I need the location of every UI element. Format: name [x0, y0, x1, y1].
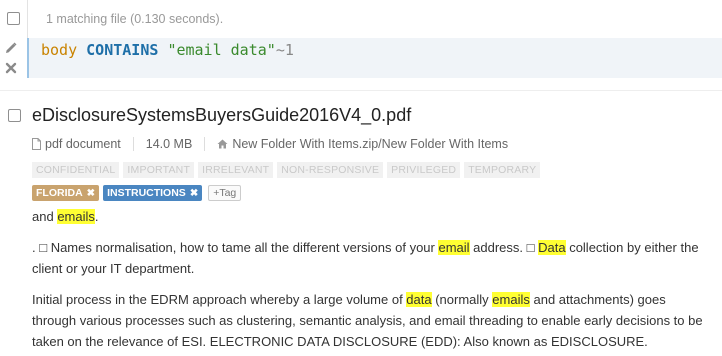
- meta-divider: [132, 137, 134, 151]
- add-tag-button[interactable]: +Tag: [208, 185, 242, 201]
- result-item: eDisclosureSystemsBuyersGuide2016V4_0.pd…: [0, 96, 722, 356]
- tag-non-responsive[interactable]: NON-RESPONSIVE: [277, 162, 384, 178]
- file-path: New Folder With Items.zip/New Folder Wit…: [217, 137, 508, 151]
- query-field: body: [41, 41, 78, 59]
- tag-confidential[interactable]: CONFIDENTIAL: [32, 162, 120, 178]
- query-text: body CONTAINS "email data"~1: [41, 41, 294, 59]
- remove-tag-icon[interactable]: ✖: [87, 188, 95, 199]
- query-operator: CONTAINS: [86, 41, 159, 59]
- result-count: 1 matching file (0.130 seconds).: [46, 12, 224, 26]
- match-highlight: email: [438, 240, 470, 255]
- tag-instructions[interactable]: INSTRUCTIONS ✖: [103, 185, 203, 201]
- divider: [27, 0, 28, 38]
- match-highlight: emails: [492, 292, 530, 307]
- status-row: 1 matching file (0.130 seconds).: [0, 0, 722, 38]
- snippet-text: .: [94, 209, 99, 224]
- file-size: 14.0 MB: [145, 137, 193, 151]
- query-editor[interactable]: body CONTAINS "email data"~1: [27, 38, 722, 78]
- tag-temporary[interactable]: TEMPORARY: [464, 162, 541, 178]
- separator: [0, 90, 722, 91]
- snippet-text: Initial process in the EDRM approach whe…: [32, 292, 407, 307]
- doc-type: pdf document: [32, 137, 121, 151]
- match-highlight: data: [406, 292, 432, 307]
- query-fuzzy: ~1: [275, 41, 294, 59]
- query-actions: [0, 38, 27, 78]
- query-row: body CONTAINS "email data"~1: [0, 38, 722, 78]
- file-path-label[interactable]: New Folder With Items.zip/New Folder Wit…: [232, 137, 508, 151]
- available-tags: CONFIDENTIAL IMPORTANT IRRELEVANT NON-RE…: [32, 162, 541, 178]
- snippet-2: . □ Names normalisation, how to tame all…: [32, 237, 712, 279]
- tag-irrelevant[interactable]: IRRELEVANT: [198, 162, 274, 178]
- match-highlight: emails: [57, 209, 95, 224]
- snippet-3: Initial process in the EDRM approach whe…: [32, 289, 712, 352]
- tag-privileged[interactable]: PRIVILEGED: [387, 162, 461, 178]
- applied-tags: FLORIDA ✖ INSTRUCTIONS ✖ +Tag: [32, 185, 242, 201]
- snippet-1: and emails.: [32, 206, 712, 227]
- result-checkbox[interactable]: [8, 109, 21, 122]
- match-highlight: Data: [538, 240, 566, 255]
- snippet-text: . □ Names normalisation, how to tame all…: [32, 240, 439, 255]
- file-title[interactable]: eDisclosureSystemsBuyersGuide2016V4_0.pd…: [32, 105, 411, 126]
- select-all-checkbox[interactable]: [7, 12, 20, 25]
- snippet-text: and: [32, 209, 58, 224]
- snippet-text: (normally: [431, 292, 493, 307]
- tag-florida[interactable]: FLORIDA ✖: [32, 185, 100, 201]
- tag-instructions-label: INSTRUCTIONS: [107, 187, 186, 199]
- tag-important[interactable]: IMPORTANT: [123, 162, 195, 178]
- close-icon[interactable]: [5, 62, 17, 74]
- remove-tag-icon[interactable]: ✖: [190, 188, 198, 199]
- pdf-icon: [32, 138, 41, 150]
- home-icon: [217, 139, 228, 149]
- meta-divider: [204, 137, 206, 151]
- add-tag-label: Tag: [219, 187, 237, 199]
- file-meta: pdf document 14.0 MB New Folder With Ite…: [32, 137, 508, 151]
- doc-type-label: pdf document: [45, 137, 121, 151]
- pencil-icon[interactable]: [5, 42, 17, 54]
- snippet-text: address. □: [469, 240, 539, 255]
- query-value: "email data": [167, 41, 276, 59]
- tag-florida-label: FLORIDA: [36, 187, 83, 199]
